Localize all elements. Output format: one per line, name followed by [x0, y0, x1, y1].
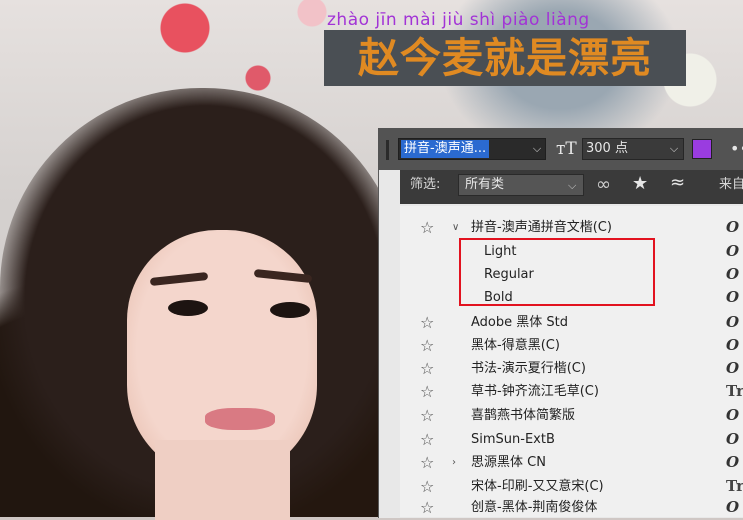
font-name[interactable]: 喜鹊燕书体简繁版 [471, 404, 575, 427]
left-eye [168, 300, 208, 316]
source-label: 来自 [719, 177, 743, 192]
chevron-down-icon[interactable]: ⌵ [529, 139, 545, 159]
star-outline-icon[interactable]: ☆ [420, 404, 438, 427]
chevron-down-icon[interactable]: ⌵ [666, 139, 682, 159]
opentype-icon: O [726, 288, 740, 306]
font-size-icon: ᴛT [556, 139, 577, 159]
highlight-box [459, 238, 655, 306]
opentype-icon: O [726, 430, 740, 448]
toolbar-grip[interactable] [386, 140, 389, 160]
star-outline-icon[interactable]: ☆ [420, 334, 438, 357]
font-name[interactable]: 书法-演示夏行楷(C) [471, 357, 586, 380]
font-name[interactable]: 黑体-得意黑(C) [471, 334, 560, 357]
font-name[interactable]: Adobe 黑体 Std [471, 311, 568, 334]
similar-fonts-icon[interactable]: ≈ [670, 172, 685, 194]
filter-label: 筛选: [410, 177, 441, 192]
font-name[interactable]: SimSun-ExtB [471, 428, 555, 451]
opentype-icon: O [726, 218, 740, 236]
font-name[interactable]: 草书-钟齐流江毛草(C) [471, 380, 599, 403]
list-item[interactable] [400, 311, 743, 334]
portrait-neck [155, 440, 290, 520]
list-item[interactable] [400, 334, 743, 357]
font-name[interactable]: 宋体-印刷-又又意宋(C) [471, 475, 604, 498]
right-eye [270, 302, 310, 318]
star-outline-icon[interactable]: ☆ [420, 498, 438, 517]
star-outline-icon[interactable]: ☆ [420, 357, 438, 380]
filter-value[interactable]: 所有类 [465, 175, 504, 195]
lips [205, 408, 275, 430]
font-name[interactable]: 拼音-澳声通拼音文楷(C) [471, 216, 612, 239]
list-item[interactable] [400, 428, 743, 451]
font-size-value[interactable]: 300 点 [586, 139, 628, 159]
hanzi-text[interactable]: 赵今麦就是漂亮 [324, 30, 686, 86]
star-outline-icon[interactable]: ☆ [420, 380, 438, 403]
opentype-icon: O [726, 498, 740, 516]
truetype-icon: Tr [726, 477, 743, 495]
star-outline-icon[interactable]: ☆ [420, 311, 438, 334]
font-name[interactable]: 思源黑体 CN [471, 451, 546, 474]
opentype-icon: O [726, 242, 740, 260]
chevron-down-icon[interactable]: ∨ [452, 216, 464, 239]
font-name[interactable]: 创意-黑体-荆南俊俊体 [471, 498, 597, 517]
more-icon[interactable]: ••• [730, 138, 743, 160]
truetype-icon: Tr [726, 382, 743, 400]
font-family-value[interactable]: 拼音-澳声通... [401, 140, 490, 158]
text-color-swatch[interactable] [692, 139, 712, 159]
star-outline-icon[interactable]: ☆ [420, 475, 438, 498]
opentype-icon: O [726, 265, 740, 283]
opentype-icon: O [726, 359, 740, 377]
star-icon[interactable]: ★ [632, 173, 648, 195]
star-outline-icon[interactable]: ☆ [420, 216, 438, 239]
chevron-right-icon[interactable]: › [452, 451, 464, 474]
star-outline-icon[interactable]: ☆ [420, 428, 438, 451]
chevron-down-icon[interactable]: ⌵ [568, 176, 576, 196]
opentype-icon: O [726, 336, 740, 354]
opentype-icon: O [726, 406, 740, 424]
creative-cloud-icon[interactable]: ∞ [596, 174, 611, 196]
pinyin-text: zhào jīn mài jiù shì piào liàng [327, 10, 590, 30]
opentype-icon: O [726, 453, 740, 471]
star-outline-icon[interactable]: ☆ [420, 451, 438, 474]
opentype-icon: O [726, 313, 740, 331]
